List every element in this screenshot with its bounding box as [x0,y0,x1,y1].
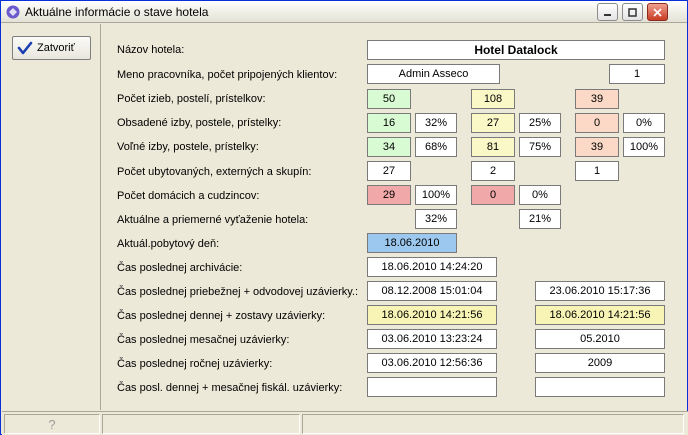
occupancy-current: 32% [415,209,457,229]
status-bar: ? [2,411,688,435]
label-occupied: Obsadené izby, postele, prístelky: [117,117,282,129]
groups-field: 1 [575,161,619,181]
status-cell-3 [302,414,684,434]
occupied-rooms-field: 16 [367,113,411,133]
label-monthly: Čas poslednej mesačnej uzávierky: [117,334,290,346]
maximize-button[interactable] [622,3,643,21]
hotel-name-field: Hotel Datalock [367,40,665,60]
free-rooms-pct: 68% [415,137,457,157]
label-archive: Čas poslednej archivácie: [117,262,243,274]
label-domestic-foreign: Počet domácich a cudzincov: [117,190,260,202]
status-help-cell[interactable]: ? [4,414,100,434]
label-rooms-count: Počet izieb, postelí, prístelkov: [117,93,266,105]
daily-field-1: 18.06.2010 14:21:56 [367,305,497,325]
occupied-extra-pct: 0% [623,113,665,133]
main-window: Aktuálne informácie o stave hotela Zatvo… [0,0,688,435]
close-button[interactable]: Zatvoriť [12,36,91,60]
maximize-icon [628,7,637,17]
label-guests: Počet ubytovaných, externých a skupín: [117,166,312,178]
app-icon [6,5,20,19]
occupied-beds-field: 27 [471,113,515,133]
label-fiscal: Čas posl. dennej + mesačnej fiskál. uzáv… [117,382,343,394]
occupied-beds-pct: 25% [519,113,561,133]
fiscal-field-1 [367,377,497,397]
yearly-field-2: 2009 [535,353,665,373]
guests-field: 27 [367,161,411,181]
free-beds-field: 81 [471,137,515,157]
monthly-field-2: 05.2010 [535,329,665,349]
archive-field: 18.06.2010 14:24:20 [367,257,497,277]
free-extra-pct: 100% [623,137,665,157]
status-cell-2 [102,414,300,434]
label-daily: Čas poslednej dennej + zostavy uzávierky… [117,310,326,322]
interim-field-1: 08.12.2008 15:01:04 [367,281,497,301]
occupied-extra-field: 0 [575,113,619,133]
free-beds-pct: 75% [519,137,561,157]
close-button-label: Zatvoriť [37,42,75,54]
domestic-field: 29 [367,185,411,205]
minimize-button[interactable] [597,3,618,21]
monthly-field-1: 03.06.2010 13:23:24 [367,329,497,349]
rooms-field: 50 [367,89,411,109]
fiscal-field-2 [535,377,665,397]
foreign-field: 0 [471,185,515,205]
external-field: 2 [471,161,515,181]
label-occupancy: Aktuálne a priemerné vyťaženie hotela: [117,214,309,226]
minimize-icon [604,13,611,16]
label-day: Aktuál.pobytový deň: [117,238,220,250]
title-bar[interactable]: Aktuálne informácie o stave hotela [1,1,687,23]
label-yearly: Čas poslednej ročnej uzávierky: [117,358,273,370]
occupied-rooms-pct: 32% [415,113,457,133]
close-window-button[interactable] [647,3,668,21]
stay-day-field: 18.06.2010 [367,233,457,253]
occupancy-average: 21% [519,209,561,229]
checkmark-icon [17,41,33,55]
domestic-pct: 100% [415,185,457,205]
label-employee: Meno pracovníka, počet pripojených klien… [117,69,338,81]
sidebar: Zatvoriť [2,24,101,410]
free-rooms-field: 34 [367,137,411,157]
question-icon: ? [48,416,56,432]
employee-field: Admin Asseco [367,64,500,84]
label-interim: Čas poslednej priebežnej + odvodovej uzá… [117,286,359,298]
foreign-pct: 0% [519,185,561,205]
free-extra-field: 39 [575,137,619,157]
daily-field-2: 18.06.2010 14:21:56 [535,305,665,325]
interim-field-2: 23.06.2010 15:17:36 [535,281,665,301]
extra-beds-field: 39 [575,89,619,109]
close-icon [653,7,662,17]
window-title: Aktuálne informácie o stave hotela [25,5,209,19]
beds-field: 108 [471,89,515,109]
clients-field: 1 [609,64,665,84]
yearly-field-1: 03.06.2010 12:56:36 [367,353,497,373]
label-free: Voľné izby, postele, prístelky: [117,141,259,153]
info-panel: Názov hotela: Hotel Datalock Meno pracov… [102,24,687,410]
label-hotel-name: Názov hotela: [117,44,185,56]
